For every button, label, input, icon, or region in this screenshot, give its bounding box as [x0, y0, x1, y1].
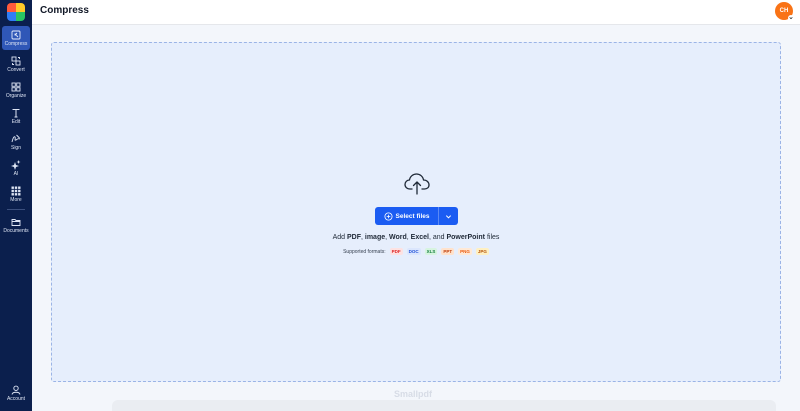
select-files-label: Select files — [395, 212, 430, 220]
format-badge-xls: XLS — [424, 248, 438, 255]
sidebar-item-more[interactable]: More — [2, 182, 30, 206]
sidebar-item-label: Sign — [10, 144, 21, 151]
sidebar-item-compress[interactable]: Compress — [2, 26, 30, 50]
format-badge-doc: DOC — [406, 248, 421, 255]
chevron-down-icon — [788, 15, 794, 21]
type-word: Word — [389, 234, 407, 241]
smallpdf-logo[interactable] — [7, 3, 25, 21]
sidebar-item-convert[interactable]: Convert — [2, 52, 30, 76]
file-dropzone[interactable]: Select files Add PDF, image, Word, Excel… — [51, 42, 781, 382]
bottom-panel — [112, 400, 776, 411]
organize-icon — [11, 82, 21, 91]
cloud-upload-icon — [404, 173, 430, 195]
add-suffix: files — [485, 234, 500, 241]
sidebar-item-documents[interactable]: Documents — [2, 213, 30, 237]
sidebar-nav: Compress Convert Organize Edit Sign AI M… — [0, 26, 32, 239]
add-prefix: Add — [332, 234, 347, 241]
text-edit-icon — [12, 108, 20, 117]
format-badge-png: PNG — [458, 248, 472, 255]
top-header: Compress CH — [32, 0, 800, 25]
sidebar-item-label: Convert — [7, 66, 25, 73]
sidebar-item-edit[interactable]: Edit — [2, 104, 30, 128]
select-files-group: Select files — [375, 207, 458, 225]
grid-more-icon — [11, 186, 21, 195]
sidebar: Compress Convert Organize Edit Sign AI M… — [0, 0, 32, 411]
format-badge-jpg: JPG — [475, 248, 489, 255]
compress-icon — [11, 30, 21, 39]
type-powerpoint: PowerPoint — [446, 234, 485, 241]
type-excel: Excel — [410, 234, 429, 241]
select-files-button[interactable]: Select files — [375, 207, 438, 225]
plus-circle-icon — [384, 211, 393, 221]
sidebar-item-label: Documents — [3, 227, 29, 234]
separator: , and — [428, 234, 447, 241]
account-label: Account — [6, 395, 26, 402]
chevron-down-icon — [445, 214, 452, 218]
sidebar-item-label: Edit — [11, 118, 21, 125]
type-pdf: PDF — [347, 234, 361, 241]
add-files-hint: Add PDF, image, Word, Excel, and PowerPo… — [52, 234, 780, 241]
avatar-initials: CH — [779, 8, 789, 14]
supported-formats: Supported formats: PDF DOC XLS PPT PNG J… — [52, 248, 780, 255]
type-image: image — [364, 234, 386, 241]
sidebar-item-label: Compress — [4, 40, 28, 47]
signature-icon — [11, 134, 21, 142]
user-icon — [11, 385, 21, 395]
page-title: Compress — [40, 5, 89, 16]
ai-sparkle-icon — [11, 159, 21, 170]
format-badge-pdf: PDF — [389, 248, 403, 255]
folder-icon — [11, 218, 21, 226]
sidebar-divider — [7, 209, 25, 210]
supported-formats-label: Supported formats: — [343, 248, 386, 255]
sidebar-item-account[interactable]: Account — [2, 381, 30, 405]
sidebar-item-label: Organize — [5, 92, 27, 99]
sidebar-item-label: AI — [13, 170, 19, 177]
sidebar-item-ai[interactable]: AI — [2, 156, 30, 180]
sidebar-item-label: More — [10, 196, 22, 203]
sidebar-item-organize[interactable]: Organize — [2, 78, 30, 102]
convert-icon — [11, 56, 21, 65]
select-source-dropdown[interactable] — [438, 207, 458, 225]
sidebar-item-sign[interactable]: Sign — [2, 130, 30, 154]
avatar[interactable]: CH — [775, 2, 794, 21]
brand-watermark: Smallpdf — [394, 389, 433, 399]
format-badge-ppt: PPT — [441, 248, 455, 255]
